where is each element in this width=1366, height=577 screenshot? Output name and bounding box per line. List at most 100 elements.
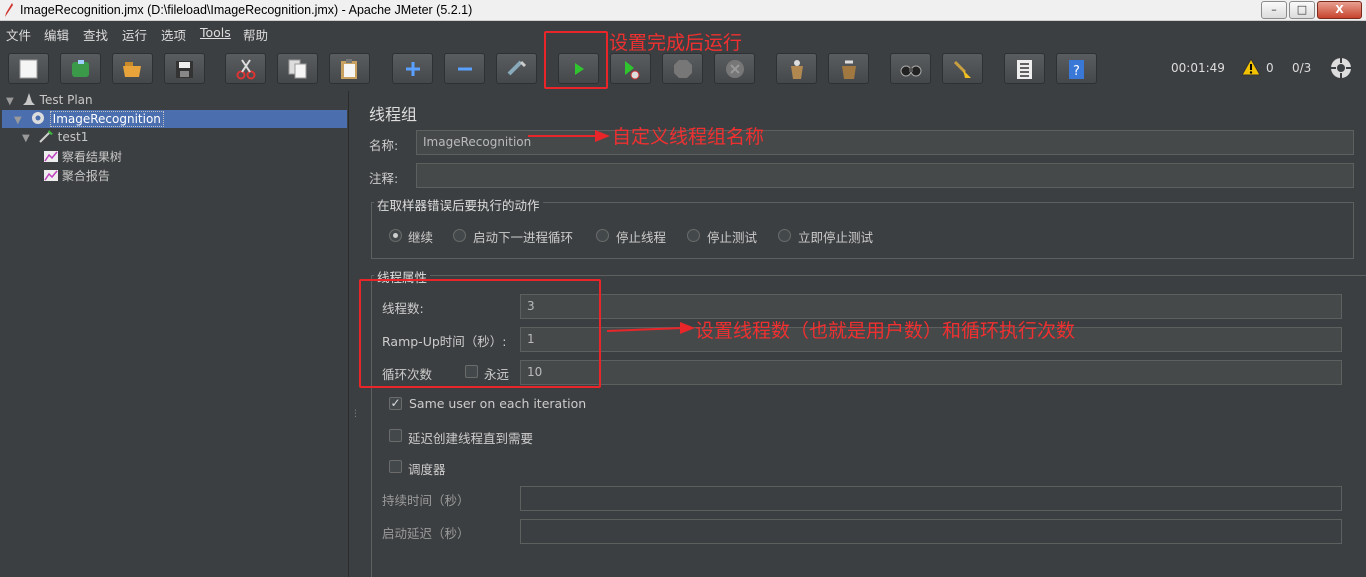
clear-all-icon	[842, 60, 856, 79]
annotation-threads-text: 设置线程数（也就是用户数）和循环执行次数	[695, 320, 1076, 342]
tree-node-label: test1	[57, 130, 89, 144]
radio-stop-test-label: 停止测试	[707, 230, 758, 245]
radio-stop-now[interactable]	[778, 229, 791, 242]
shutdown-icon	[726, 60, 744, 78]
menu-run[interactable]: 运行	[122, 25, 147, 44]
close-button[interactable]: X	[1317, 1, 1362, 19]
delay-thread-creation-label: 延迟创建线程直到需要	[408, 431, 534, 446]
graph-icon	[44, 170, 58, 181]
chevron-down-icon[interactable]: ▼	[6, 96, 18, 107]
delay-thread-creation-checkbox[interactable]	[389, 429, 402, 442]
tree-node-test-plan[interactable]: ▼ Test Plan	[6, 92, 93, 110]
stop-icon	[674, 60, 692, 78]
help-icon: ?	[1069, 60, 1084, 79]
clear-all-button[interactable]	[828, 53, 869, 84]
tree-node-listener-results[interactable]: 察看结果树	[44, 148, 122, 166]
toggle-button[interactable]	[496, 53, 537, 84]
radio-stop-now-label: 立即停止测试	[798, 230, 874, 245]
tree-node-thread-group[interactable]: ▼ ImageRecognition	[14, 110, 164, 128]
menu-help[interactable]: 帮助	[243, 25, 268, 44]
shutdown-button[interactable]	[714, 53, 755, 84]
collapse-icon	[458, 67, 472, 71]
elapsed-time: 00:01:49	[1171, 61, 1225, 75]
save-button[interactable]	[164, 53, 205, 84]
annotation-thread-highlight	[359, 279, 601, 388]
minimize-button[interactable]: –	[1261, 1, 1287, 19]
chevron-down-icon[interactable]: ▼	[14, 115, 26, 126]
annotation-arrow-threads	[606, 322, 695, 334]
templates-button[interactable]	[60, 53, 101, 84]
tree-node-sampler[interactable]: ▼ test1	[22, 129, 88, 147]
duration-field[interactable]	[520, 486, 1342, 511]
tree-node-listener-aggregate[interactable]: 聚合报告	[44, 167, 110, 185]
scheduler-checkbox[interactable]	[389, 460, 402, 473]
open-icon	[123, 62, 141, 77]
cut-button[interactable]	[225, 53, 266, 84]
reset-search-button[interactable]	[942, 53, 983, 84]
annotation-run-text: 设置完成后运行	[609, 32, 743, 54]
search-button[interactable]	[890, 53, 931, 84]
clear-icon	[791, 60, 803, 79]
same-user-label: Same user on each iteration	[409, 396, 587, 411]
graph-icon	[44, 151, 58, 162]
maximize-button[interactable]: □	[1289, 1, 1315, 19]
annotation-name-text: 自定义线程组名称	[612, 126, 765, 148]
templates-icon	[72, 60, 89, 77]
expand-icon	[406, 62, 420, 76]
expand-all-button[interactable]	[392, 53, 433, 84]
loop-count-field[interactable]: 10	[520, 360, 1342, 385]
warning-count: 0	[1266, 61, 1274, 75]
menu-tools[interactable]: Tools	[200, 25, 231, 40]
name-label: 名称:	[369, 138, 399, 153]
gear-icon	[31, 112, 44, 124]
start-no-pauses-button[interactable]	[610, 53, 651, 84]
radio-stop-thread[interactable]	[596, 229, 609, 242]
help-button[interactable]: ?	[1056, 53, 1097, 84]
menu-edit[interactable]: 编辑	[44, 25, 69, 44]
stop-button[interactable]	[662, 53, 703, 84]
new-button[interactable]	[8, 53, 49, 84]
same-user-checkbox[interactable]: ✓	[389, 397, 402, 410]
radio-stop-test[interactable]	[687, 229, 700, 242]
tree-node-label: Test Plan	[39, 93, 93, 107]
radio-next-loop-label: 启动下一进程循环	[473, 230, 574, 245]
paste-icon	[341, 59, 357, 79]
save-icon	[176, 61, 193, 78]
tree-node-label: ImageRecognition	[49, 111, 164, 127]
paste-button[interactable]	[329, 53, 370, 84]
test-plan-icon	[22, 93, 35, 105]
panel-title: 线程组	[369, 105, 418, 124]
function-helper-button[interactable]	[1004, 53, 1045, 84]
start-no-pause-icon	[625, 61, 640, 80]
annotation-start-highlight	[544, 31, 608, 89]
toggle-icon	[507, 60, 527, 76]
pane-splitter[interactable]: ⋮	[349, 91, 360, 577]
annotation-arrow-name	[528, 130, 610, 142]
new-icon	[19, 59, 38, 79]
error-action-title: 在取样器错误后要执行的动作	[374, 195, 543, 214]
tree-node-label: 察看结果树	[61, 150, 122, 164]
menu-search[interactable]: 查找	[83, 25, 108, 44]
copy-icon	[288, 59, 307, 79]
radio-next-loop[interactable]	[453, 229, 466, 242]
menu-options[interactable]: 选项	[161, 25, 186, 44]
clear-button[interactable]	[776, 53, 817, 84]
comment-field[interactable]	[416, 163, 1354, 188]
jmeter-feather-icon	[5, 3, 13, 17]
svg-text:?: ?	[1073, 64, 1080, 79]
collapse-all-button[interactable]	[444, 53, 485, 84]
warning-icon[interactable]	[1241, 58, 1261, 76]
pipette-icon	[39, 130, 53, 143]
checkmark-icon: ✓	[390, 396, 401, 410]
tree-node-label: 聚合报告	[61, 169, 110, 183]
menu-file[interactable]: 文件	[6, 25, 31, 44]
cut-icon	[236, 59, 256, 80]
startup-delay-field[interactable]	[520, 519, 1342, 544]
chevron-down-icon[interactable]: ▼	[22, 133, 34, 144]
radio-continue[interactable]	[389, 229, 402, 242]
open-button[interactable]	[112, 53, 153, 84]
search-icon	[900, 65, 922, 77]
radio-stop-thread-label: 停止线程	[616, 230, 667, 245]
copy-button[interactable]	[277, 53, 318, 84]
duration-label: 持续时间（秒）	[382, 493, 470, 508]
